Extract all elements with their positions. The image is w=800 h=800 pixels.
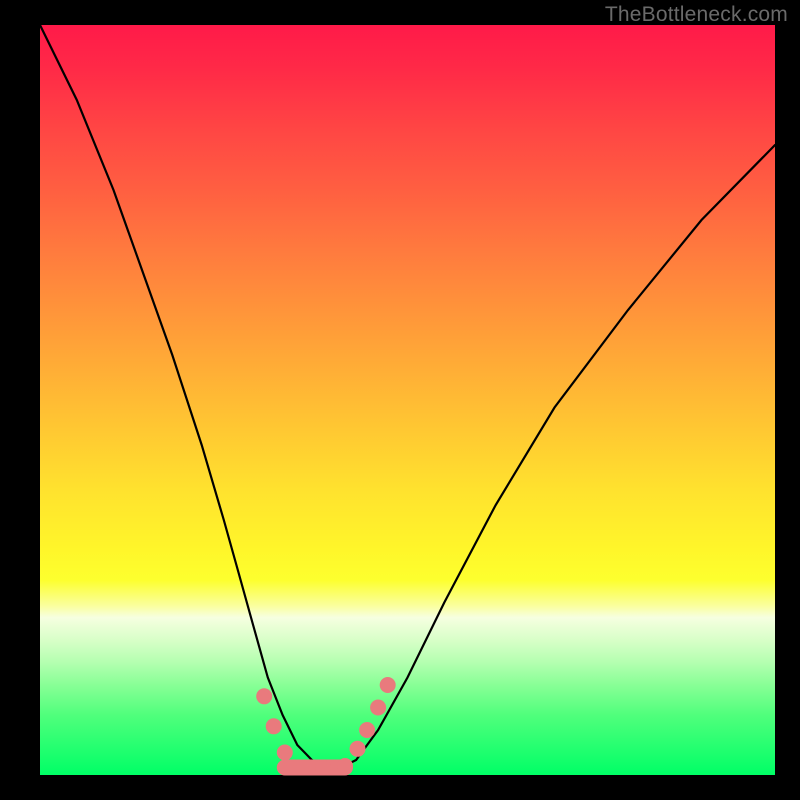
highlight-dot [380,677,396,693]
highlight-dot [370,700,386,716]
highlight-dot [293,760,309,776]
highlight-dot [256,688,272,704]
highlight-dot [359,722,375,738]
highlight-dot [350,741,366,757]
chart-svg [40,25,775,775]
chart-frame: TheBottleneck.com [0,0,800,800]
highlight-dots [256,677,396,776]
highlight-dot [337,758,353,774]
watermark-text: TheBottleneck.com [605,3,788,27]
highlight-dot [315,760,331,776]
bottleneck-curve [40,25,775,768]
highlight-dot [277,745,293,761]
chart-plot-area [40,25,775,775]
highlight-dot [266,718,282,734]
